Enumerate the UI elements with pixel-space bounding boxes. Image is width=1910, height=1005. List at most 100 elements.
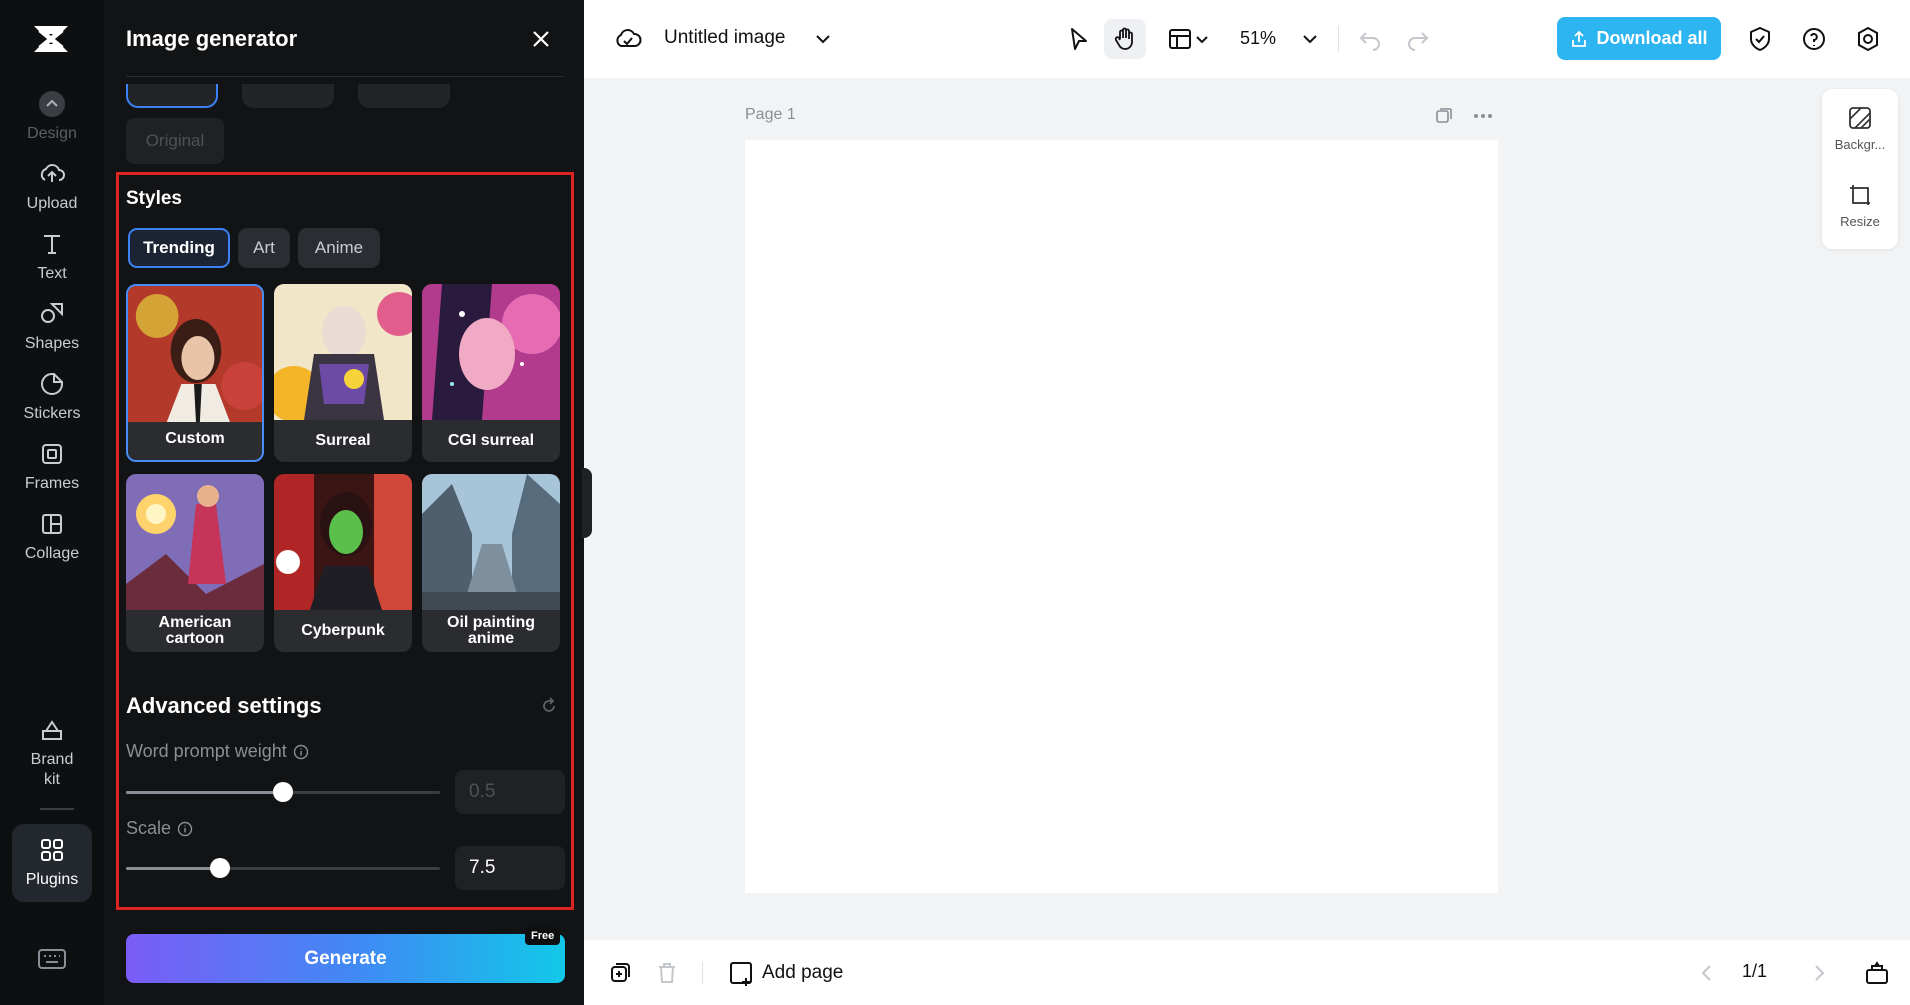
scale-slider[interactable] — [126, 858, 440, 878]
rail-item-brand-kit[interactable]: Brand kit — [12, 708, 92, 798]
rail-item-label: Frames — [24, 475, 80, 492]
background-icon — [1849, 107, 1871, 129]
rail-item-design[interactable]: Design — [12, 78, 92, 156]
style-card-surreal[interactable]: Surreal — [274, 284, 412, 462]
brand-kit-icon — [42, 720, 62, 740]
reset-icon[interactable] — [539, 696, 559, 716]
rail-item-label: Collage — [24, 545, 80, 562]
scale-label: Scale — [126, 818, 193, 839]
undo-icon[interactable] — [1356, 25, 1384, 53]
layout-icon[interactable] — [1166, 25, 1194, 53]
page-counter: 1/1 — [1742, 961, 1768, 981]
rail-item-label: Design — [27, 125, 77, 142]
chevron-left-icon[interactable] — [1694, 960, 1720, 986]
collapse-pages-icon[interactable] — [1864, 960, 1890, 986]
prompt-weight-input[interactable] — [455, 770, 565, 814]
hand-pan-icon[interactable] — [1111, 25, 1139, 53]
prompt-weight-slider[interactable] — [126, 782, 440, 802]
style-card-american-cartoon[interactable]: American cartoon — [126, 474, 264, 652]
keyboard-shortcuts-icon[interactable] — [38, 948, 66, 970]
resize-tool-label: Resize — [1840, 214, 1880, 229]
style-card-cgi-surreal[interactable]: CGI surreal — [422, 284, 560, 462]
duplicate-page-icon[interactable] — [1434, 106, 1454, 126]
background-tool-label: Backgr... — [1834, 137, 1886, 152]
bottom-bar: Add page 1/1 — [584, 940, 1910, 1005]
cloud-sync-icon[interactable] — [614, 25, 642, 53]
rail-item-label: Brand kit — [30, 751, 74, 788]
style-card-label: Surreal — [315, 432, 371, 449]
panel-collapse-handle[interactable] — [582, 468, 592, 538]
style-thumbnail-american-cartoon — [126, 474, 264, 610]
document-title[interactable]: Untitled image — [664, 27, 785, 49]
resize-tool[interactable]: Resize — [1822, 182, 1898, 229]
design-icon — [39, 91, 65, 117]
shield-check-icon[interactable] — [1746, 25, 1774, 53]
tab-anime[interactable]: Anime — [298, 228, 380, 268]
redo-icon[interactable] — [1404, 25, 1432, 53]
slider-fill — [126, 791, 283, 794]
ratio-chip[interactable] — [242, 84, 334, 108]
style-card-label: Custom — [165, 430, 225, 447]
rail-item-plugins[interactable]: Plugins — [12, 824, 92, 902]
style-thumbnail-surreal — [274, 284, 412, 420]
ratio-chip-selected[interactable] — [126, 84, 218, 108]
slider-fill — [126, 867, 221, 870]
info-icon[interactable] — [177, 821, 193, 837]
chevron-down-icon[interactable] — [1296, 25, 1324, 53]
rail-item-shapes[interactable]: Shapes — [12, 288, 92, 366]
ratio-chip[interactable] — [358, 84, 450, 108]
rail-item-text[interactable]: Text — [12, 218, 92, 296]
rail-divider — [40, 808, 74, 810]
rail-item-label: Shapes — [24, 335, 80, 352]
plugins-icon — [41, 839, 63, 861]
capcut-logo-icon[interactable] — [30, 20, 72, 58]
canvas-page[interactable] — [745, 140, 1498, 893]
ratio-chip-original[interactable]: Original — [126, 118, 224, 164]
background-tool[interactable]: Backgr... — [1822, 105, 1898, 152]
panel-title: Image generator — [126, 26, 298, 51]
download-all-label: Download all — [1596, 28, 1708, 48]
collage-icon — [42, 514, 62, 534]
bottom-divider — [702, 962, 703, 984]
rail-item-stickers[interactable]: Stickers — [12, 358, 92, 436]
text-icon — [44, 235, 60, 254]
chevron-right-icon[interactable] — [1806, 960, 1832, 986]
slider-thumb[interactable] — [273, 782, 293, 802]
style-card-oil-painting-anime[interactable]: Oil painting anime — [422, 474, 560, 652]
add-page-icon — [730, 962, 752, 986]
free-badge: Free — [525, 927, 561, 945]
prompt-weight-label-text: Word prompt weight — [126, 741, 287, 761]
page-label: Page 1 — [745, 106, 796, 123]
style-card-custom[interactable]: Custom — [126, 284, 264, 462]
style-card-label: CGI surreal — [447, 432, 535, 449]
info-icon[interactable] — [293, 744, 309, 760]
tab-art[interactable]: Art — [238, 228, 290, 268]
rail-item-frames[interactable]: Frames — [12, 428, 92, 506]
trash-icon[interactable] — [654, 960, 680, 986]
upload-export-icon — [1572, 30, 1587, 47]
close-icon[interactable] — [528, 26, 554, 52]
download-all-button[interactable]: Download all — [1557, 17, 1721, 60]
chevron-down-icon[interactable] — [1192, 25, 1212, 53]
frames-icon — [42, 444, 62, 464]
add-duplicate-icon[interactable] — [606, 960, 632, 986]
generate-button[interactable]: Generate — [126, 934, 565, 983]
tab-trending[interactable]: Trending — [128, 228, 230, 268]
image-generator-panel: Image generator Original Styles Trending… — [104, 0, 584, 1005]
add-page-button[interactable]: Add page — [728, 960, 843, 986]
more-options-icon[interactable] — [1472, 106, 1494, 126]
scale-input[interactable] — [455, 846, 565, 890]
chevron-down-icon[interactable] — [809, 25, 837, 53]
prompt-weight-label: Word prompt weight — [126, 741, 309, 762]
shapes-icon — [41, 303, 63, 323]
pointer-select-icon[interactable] — [1064, 25, 1092, 53]
scale-label-text: Scale — [126, 818, 172, 838]
toolbar-divider — [1338, 26, 1339, 52]
help-icon[interactable] — [1800, 25, 1828, 53]
rail-item-upload[interactable]: Upload — [12, 148, 92, 226]
zoom-level[interactable]: 51% — [1240, 28, 1276, 49]
rail-item-collage[interactable]: Collage — [12, 498, 92, 576]
style-card-label: American cartoon — [158, 614, 232, 647]
style-card-cyberpunk[interactable]: Cyberpunk — [274, 474, 412, 652]
gear-icon[interactable] — [1854, 25, 1882, 53]
